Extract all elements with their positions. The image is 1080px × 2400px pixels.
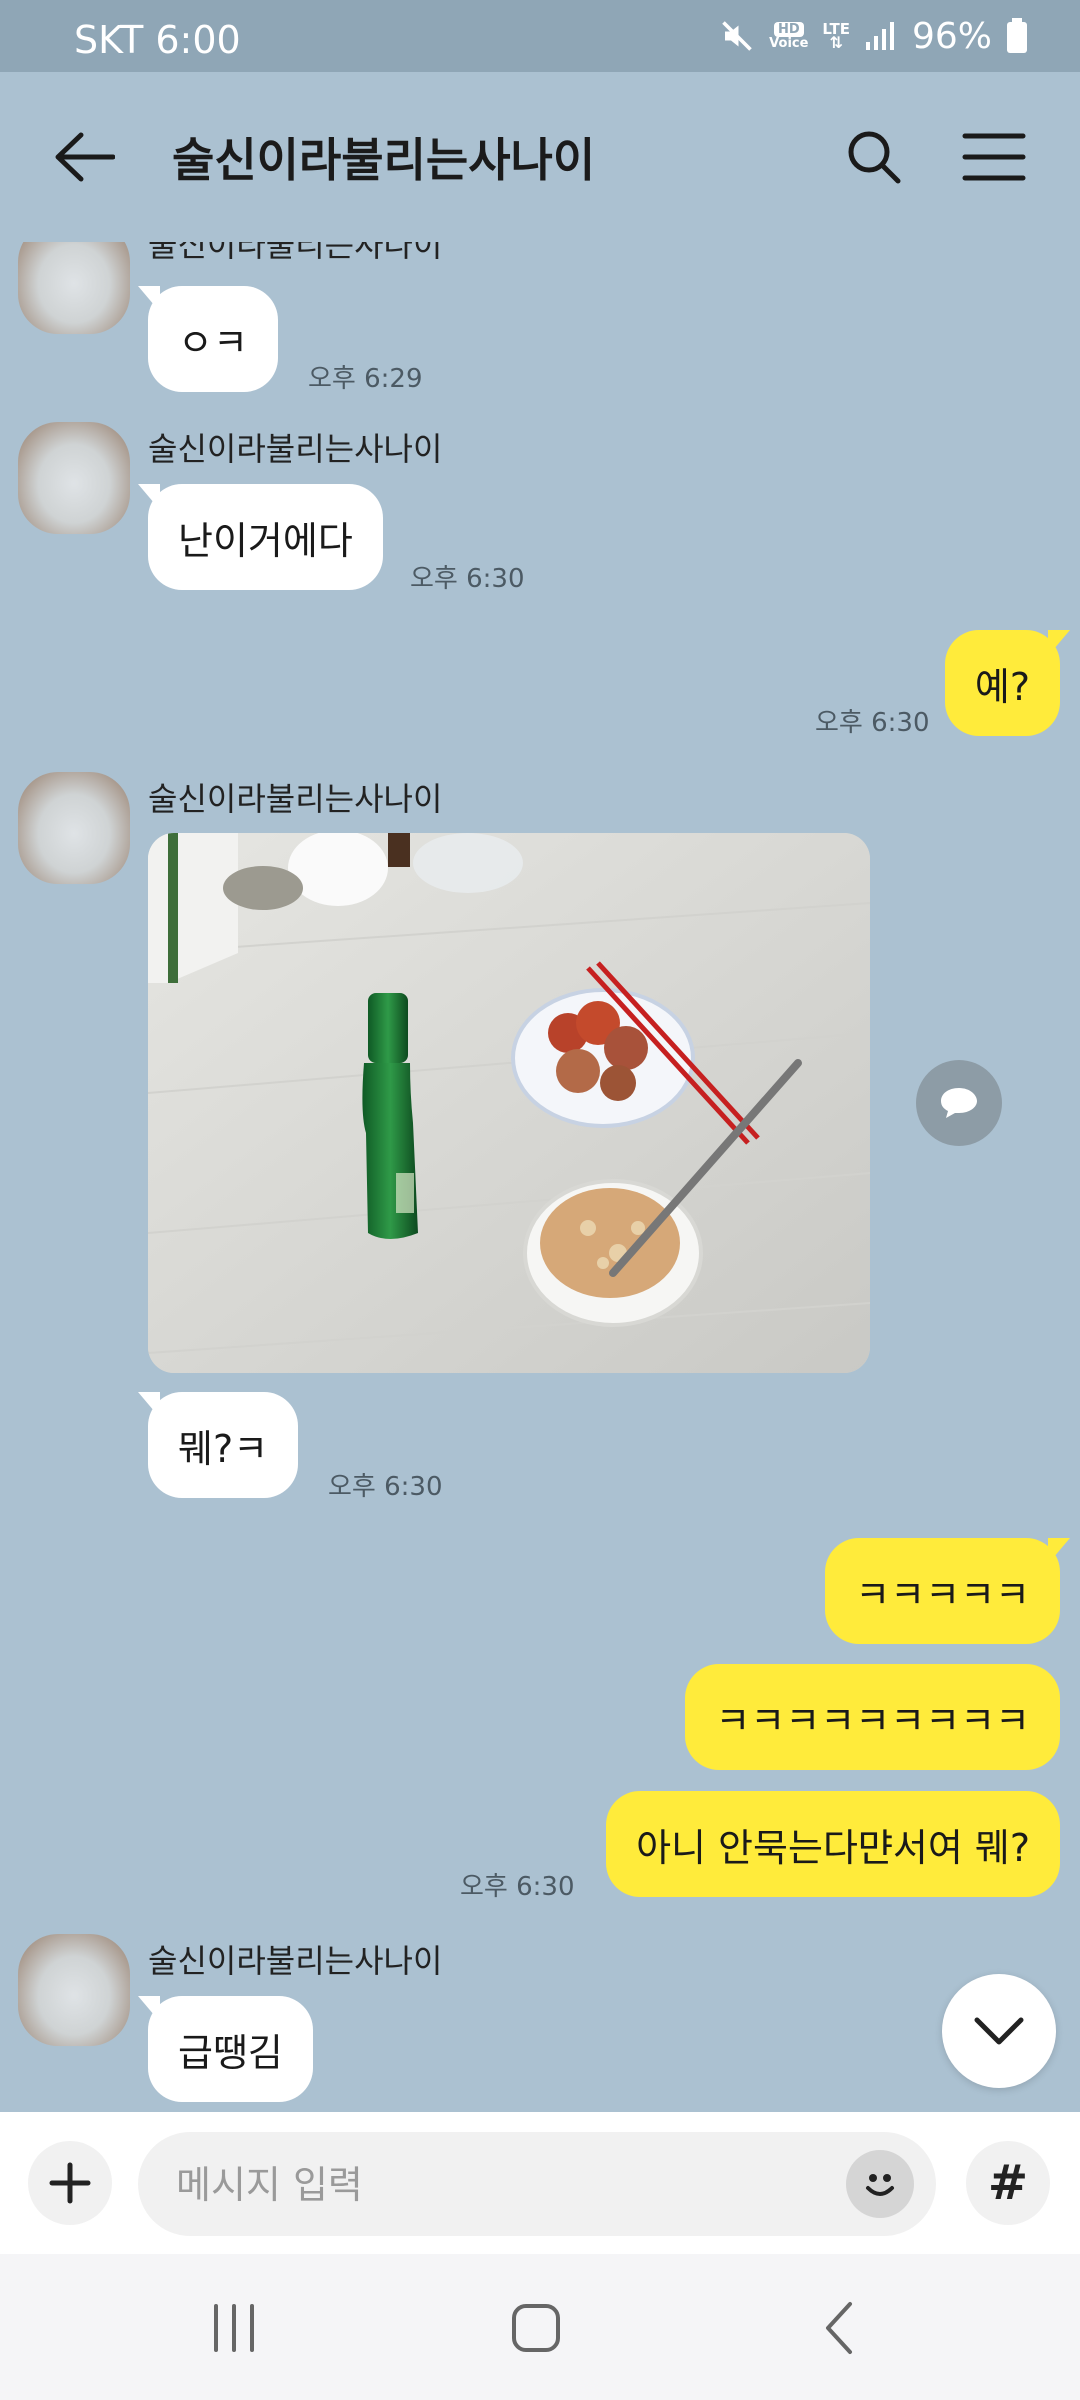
system-nav-bar [0,2254,1080,2400]
battery-percent: 96% [911,15,992,57]
message-time: 오후 6:30 [460,1872,575,1902]
my-message-bubble[interactable]: 예? [944,630,1071,736]
sender-name: 술신이라불리는사나이 [148,1942,443,1980]
sender-avatar[interactable] [18,242,130,334]
hd-voice-icon: HD Voice [769,22,809,51]
smiley-icon [866,2174,894,2196]
message-input-bar: # [0,2112,1080,2254]
hashtag-search-button[interactable]: # [966,2141,1050,2225]
sender-avatar[interactable] [18,422,130,534]
search-button[interactable] [834,117,914,197]
message-input[interactable] [174,2132,778,2238]
menu-button[interactable] [954,117,1034,197]
sender-name: 술신이라불리는사나이 [148,780,443,818]
my-message-bubble[interactable]: 아니 안묵는다먄서여 뭬? [606,1791,1060,1897]
recent-apps-button[interactable] [204,2298,264,2358]
chevron-down-icon [974,2017,1024,2045]
recent-apps-icon [214,2304,254,2352]
message-time: 오후 6:30 [328,1472,443,1502]
message-time: 오후 6:30 [410,564,525,594]
message-bubble[interactable]: 난이거에다 [138,484,383,590]
back-nav-button[interactable] [812,2298,872,2358]
message-bubble[interactable]: 뭬?ㅋ [137,1392,299,1498]
search-icon [848,131,901,184]
scroll-to-bottom-button[interactable] [942,1974,1056,2088]
message-bubble[interactable]: 급땡김 [138,1996,313,2102]
home-icon [512,2304,560,2352]
battery-icon [1007,18,1027,53]
sender-name: 술신이라불리는사나이 [148,430,443,468]
mute-icon [722,21,752,51]
shared-photo[interactable] [148,833,870,1373]
carrier-time: SKT 6:00 [74,18,241,62]
signal-icon [865,22,894,50]
emoticon-button[interactable] [846,2150,914,2218]
message-field [138,2132,936,2238]
speech-bubble-icon [941,1088,977,1118]
home-button[interactable] [506,2298,566,2358]
status-icons: HD Voice LTE ⇅ 96% [719,14,1028,58]
message-time: 오후 6:30 [815,708,930,738]
arrow-left-icon [55,132,115,182]
my-message-bubble[interactable]: ㅋㅋㅋㅋㅋ [825,1538,1070,1644]
back-button[interactable] [44,117,124,197]
hamburger-icon [962,133,1026,181]
my-message-bubble[interactable]: ㅋㅋㅋㅋㅋㅋㅋㅋㅋ [685,1664,1060,1770]
sender-name: 술신이라불리는사나이 [148,242,443,264]
chat-title: 술신이라불리는사나이 [172,133,596,187]
photo-image [148,833,870,1373]
lte-icon: LTE ⇅ [822,20,850,52]
sender-avatar[interactable] [18,772,130,884]
back-chevron-icon [826,2302,852,2354]
plus-icon [49,2162,91,2204]
share-button[interactable] [916,1060,1002,1146]
status-bar: SKT 6:00 HD Voice LTE ⇅ 96% [0,0,1080,72]
sender-avatar[interactable] [18,1934,130,2046]
attach-button[interactable] [28,2141,112,2225]
message-time: 오후 6:29 [308,364,423,394]
chat-header: 술신이라불리는사나이 [0,72,1080,242]
message-bubble[interactable]: ㅇㅋ [138,286,278,392]
